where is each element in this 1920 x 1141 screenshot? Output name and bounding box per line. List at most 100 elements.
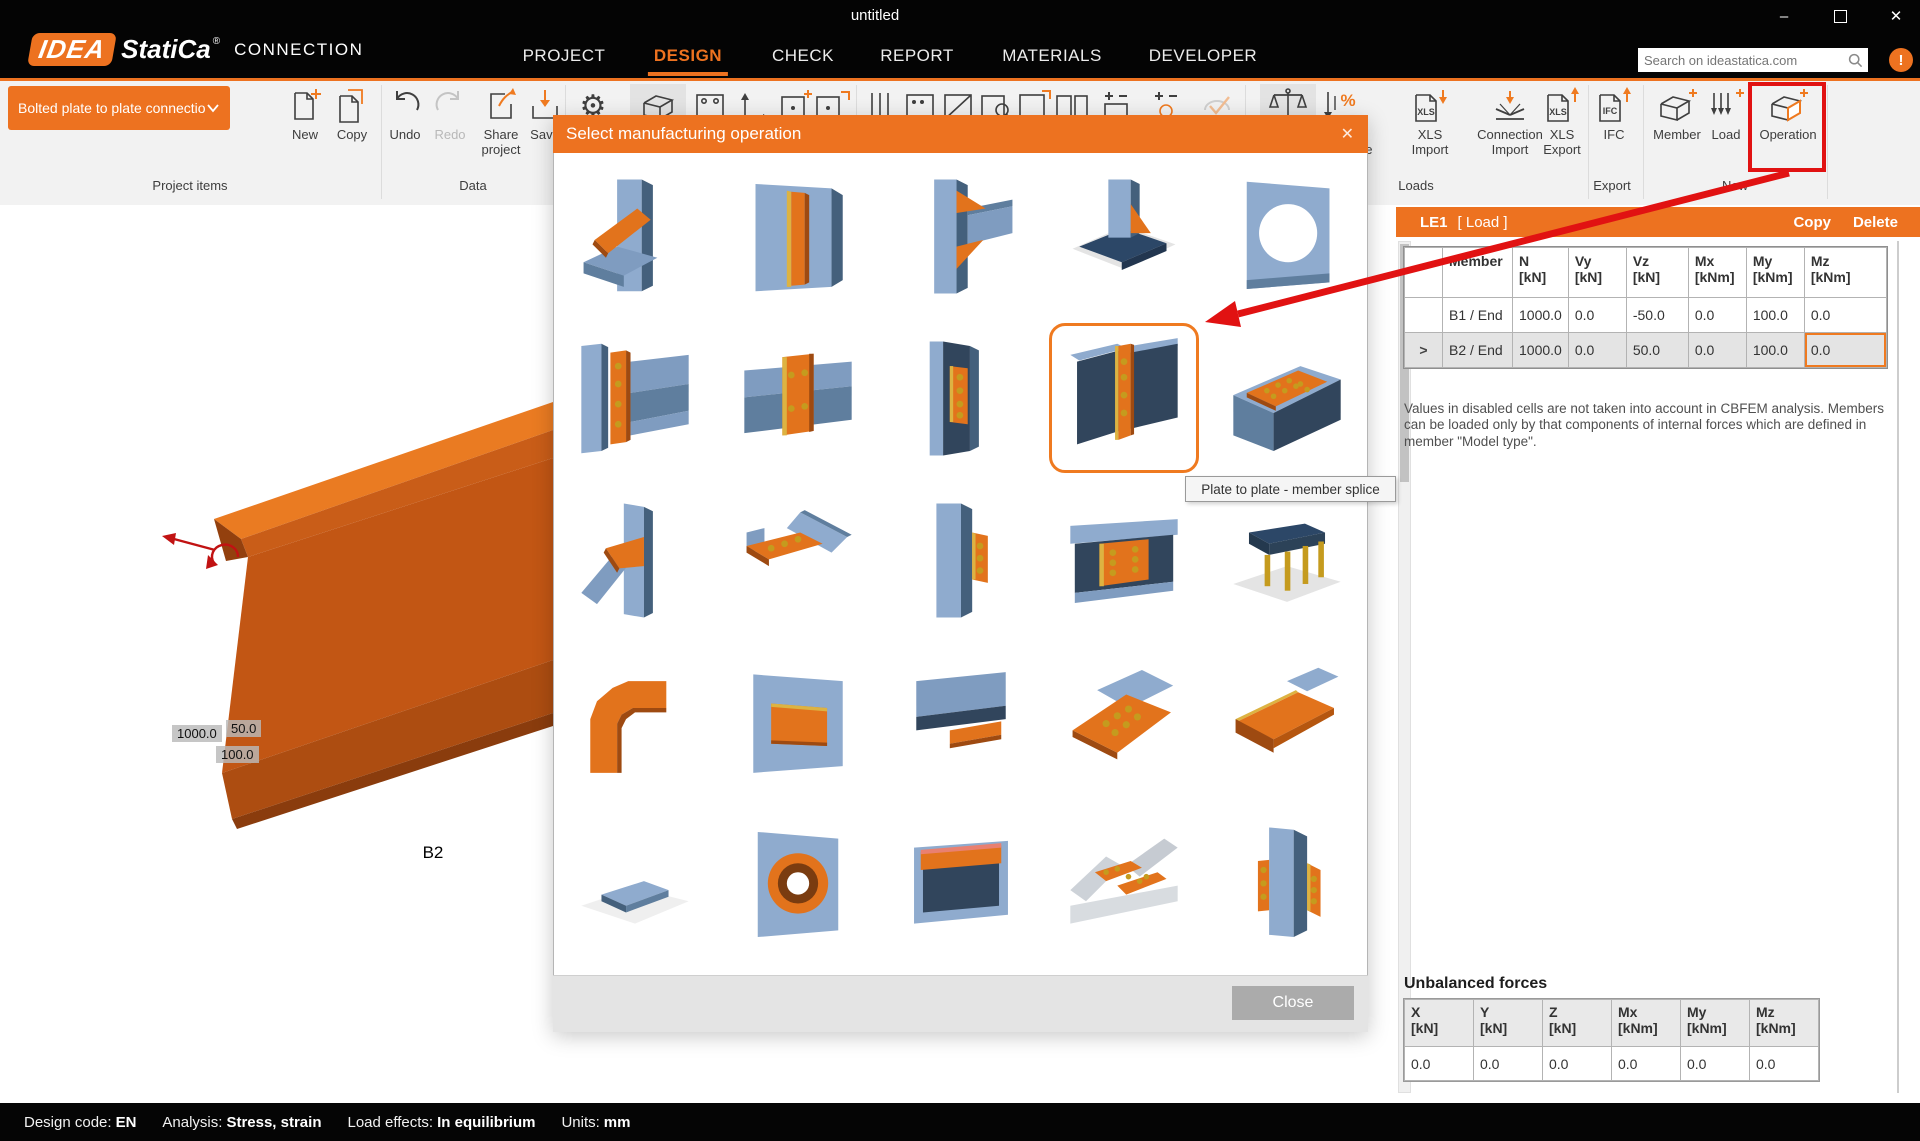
unbalanced-value-cell: 0.0 <box>1750 1047 1819 1081</box>
ribbon-group-divider <box>1643 85 1644 199</box>
unbalanced-forces-table: X[kN]Y[kN]Z[kN]Mx[kNm]My[kNm]Mz[kNm]0.00… <box>1404 999 1819 1081</box>
operation-tile-base-widener[interactable] <box>560 809 710 959</box>
ribbon-button-xls-export[interactable]: XLSXLS Export <box>1534 84 1590 157</box>
menu-tab-developer[interactable]: DEVELOPER <box>1143 42 1263 70</box>
panel-scrollbar[interactable] <box>1398 241 1411 1093</box>
load-value-cell[interactable]: 50.0 <box>1626 333 1688 368</box>
load-value-cell[interactable]: 1000.0 <box>1513 333 1569 368</box>
menu-tab-design[interactable]: DESIGN <box>648 42 728 70</box>
load-value-cell[interactable]: 0.0 <box>1568 298 1626 333</box>
load-value-cell[interactable]: 100.0 <box>1746 333 1804 368</box>
load-table-row[interactable]: B1 / End1000.00.0-50.00.0100.00.0 <box>1405 298 1887 333</box>
moment-label: 100.0 <box>216 746 259 763</box>
ribbon-button-label: Load <box>1698 128 1754 143</box>
unbalanced-value-cell: 0.0 <box>1543 1047 1612 1081</box>
load-table-header: Mx[kNm] <box>1688 248 1746 298</box>
load-effects-panel: LE1 [ Load ] Copy Delete MemberN[kN]Vy[k… <box>1396 205 1920 1103</box>
ribbon-group-label: Export <box>1593 178 1631 193</box>
ribbon-group-divider <box>1827 85 1828 199</box>
operation-tile-fin-plate[interactable] <box>886 485 1036 635</box>
close-dialog-button[interactable]: Close <box>1232 986 1354 1020</box>
search-input[interactable] <box>1638 53 1848 68</box>
operation-tile-member-splice[interactable] <box>1049 323 1199 473</box>
operation-tile-diagonal-gusset[interactable] <box>560 485 710 635</box>
menu-tab-report[interactable]: REPORT <box>874 42 960 70</box>
chevron-down-icon <box>206 103 220 113</box>
member-b2-label: B2 <box>419 839 447 867</box>
dialog-footer: Close <box>553 975 1368 1032</box>
cbfem-note: Values in disabled cells are not taken i… <box>1404 401 1896 450</box>
operation-tile-bolted-fin[interactable] <box>886 323 1036 473</box>
search-box[interactable] <box>1638 48 1868 72</box>
operation-tooltip: Plate to plate - member splice <box>1185 476 1396 502</box>
dialog-close-icon[interactable]: ✕ <box>1341 124 1354 144</box>
operation-tile-vertical-stiffener[interactable] <box>723 161 873 311</box>
minimize-icon[interactable]: – <box>1768 4 1800 28</box>
row-expander[interactable]: > <box>1405 333 1443 368</box>
svg-text:%: % <box>1340 91 1355 110</box>
copy-document-icon <box>324 84 380 128</box>
operation-tile-truss-gusset[interactable] <box>1049 809 1199 959</box>
status-item: Load effects:In equilibrium <box>347 1114 535 1131</box>
operation-tile-end-plate[interactable] <box>560 323 710 473</box>
load-value-cell[interactable]: 100.0 <box>1746 298 1804 333</box>
close-icon[interactable]: ✕ <box>1880 4 1912 28</box>
menu-tab-project[interactable]: PROJECT <box>517 42 612 70</box>
ribbon-button-load-add[interactable]: Load <box>1698 84 1754 143</box>
dialog-title: Select manufacturing operation <box>566 124 1341 144</box>
info-icon[interactable]: ! <box>1889 48 1913 72</box>
unbalanced-forces-title: Unbalanced forces <box>1404 975 1547 993</box>
ribbon-button-redo[interactable]: Redo <box>422 84 478 143</box>
ribbon-group-label: New <box>1722 178 1748 193</box>
operation-tile-pocket-plate[interactable] <box>886 809 1036 959</box>
load-value-cell[interactable]: 0.0 <box>1804 298 1886 333</box>
load-effect-type: [ Load ] <box>1458 214 1794 231</box>
load-value-cell[interactable]: 1000.0 <box>1513 298 1569 333</box>
operation-tile-base-plate[interactable] <box>1049 161 1199 311</box>
ribbon-button-label: Operation <box>1750 128 1826 143</box>
copy-load-button[interactable]: Copy <box>1793 214 1831 231</box>
search-icon[interactable] <box>1848 53 1863 68</box>
operation-tile-web-splice-plates[interactable] <box>1049 485 1199 635</box>
load-value-cell[interactable]: 0.0 <box>1804 333 1886 368</box>
operation-tile-seat-cleat[interactable] <box>886 647 1036 797</box>
member-cell: B1 / End <box>1443 298 1513 333</box>
delete-load-button[interactable]: Delete <box>1853 214 1898 231</box>
unbalanced-value-cell: 0.0 <box>1612 1047 1681 1081</box>
operation-tile-tube-bend[interactable] <box>560 647 710 797</box>
ribbon-button-label: IFC <box>1586 128 1642 143</box>
load-value-cell[interactable]: -50.0 <box>1626 298 1688 333</box>
row-expander[interactable] <box>1405 298 1443 333</box>
maximize-icon[interactable] <box>1824 4 1856 28</box>
status-bar: Design code:ENAnalysis:Stress, strainLoa… <box>0 1103 1920 1141</box>
operation-tile-haunch-wedges[interactable] <box>886 161 1036 311</box>
window-controls: – ✕ <box>1768 4 1912 28</box>
ribbon-button-ifc[interactable]: IFCIFC <box>1586 84 1642 143</box>
project-items-dropdown[interactable]: Bolted plate to plate connection de <box>8 86 230 130</box>
operation-tile-tube-opening[interactable] <box>723 809 873 959</box>
load-table-header: Vz[kN] <box>1626 248 1688 298</box>
load-table-row[interactable]: >B2 / End1000.00.050.00.0100.00.0 <box>1405 333 1887 368</box>
operation-tile-top-cover-plate[interactable] <box>1212 323 1362 473</box>
ribbon-group-label: Project items <box>152 178 227 193</box>
operation-tile-bolted-cover-plate[interactable] <box>1049 647 1199 797</box>
operation-tile-column-flange-splice[interactable] <box>1212 809 1362 959</box>
operation-tile-bolted-gusset-brace[interactable] <box>723 485 873 635</box>
operation-tile-circular-opening[interactable] <box>1212 161 1362 311</box>
ribbon-button-copy-document[interactable]: Copy <box>324 84 380 143</box>
operation-tile-anchoring-stub[interactable] <box>1212 485 1362 635</box>
load-value-cell[interactable]: 0.0 <box>1688 333 1746 368</box>
load-value-cell[interactable]: 0.0 <box>1568 333 1626 368</box>
operation-tile-splice-channel[interactable] <box>723 323 873 473</box>
menu-tab-materials[interactable]: MATERIALS <box>996 42 1108 70</box>
operation-tile-stiffening-wide-plate[interactable] <box>1212 647 1362 797</box>
operation-tile-patch-plate[interactable] <box>723 647 873 797</box>
unbalanced-value-cell: 0.0 <box>1474 1047 1543 1081</box>
ribbon-button-xls-import[interactable]: XLSXLS Import <box>1402 84 1458 157</box>
ribbon-button-operation-add[interactable]: Operation <box>1750 84 1826 143</box>
idea-statica-connection-window: untitled – ✕ IDEA StatiCa ® CONNECTION P… <box>0 0 1920 1141</box>
operation-tile-grid <box>560 161 1362 959</box>
load-value-cell[interactable]: 0.0 <box>1688 298 1746 333</box>
menu-tab-check[interactable]: CHECK <box>766 42 840 70</box>
operation-tile-corner-gusset-cut[interactable] <box>560 161 710 311</box>
